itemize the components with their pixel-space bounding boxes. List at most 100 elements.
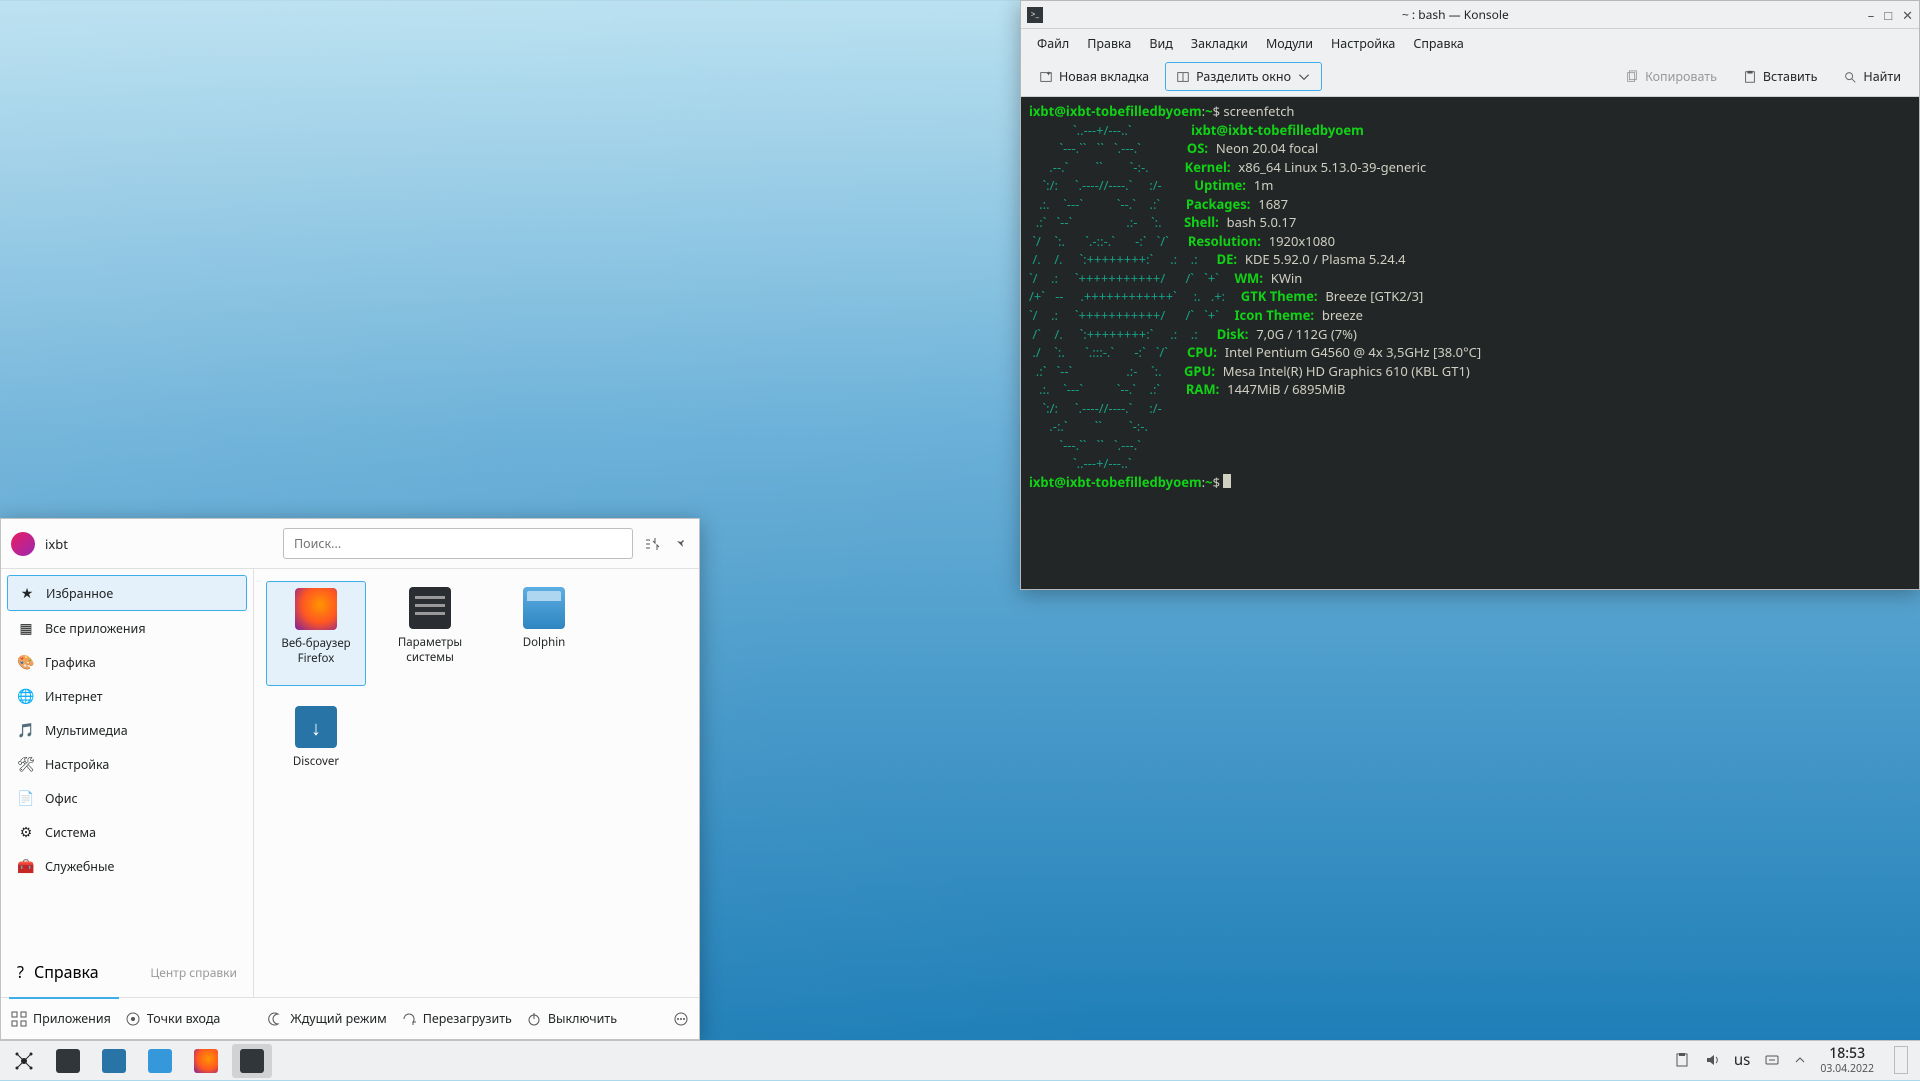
menu-file[interactable]: Файл (1029, 31, 1077, 56)
favorite-app-firefox[interactable]: Веб-браузер Firefox (266, 581, 366, 686)
new-tab-label: Новая вкладка (1059, 68, 1149, 85)
category-icon: 🎵 (17, 721, 35, 739)
sidebar-category-5[interactable]: 🛠 Настройка (7, 747, 247, 781)
user-avatar[interactable] (11, 532, 35, 556)
sidebar-category-8[interactable]: 🧰 Служебные (7, 849, 247, 883)
category-label: Настройка (45, 756, 109, 773)
launcher-footer: Приложения Точки входа Ждущий режим Пере… (1, 997, 699, 1039)
task-firefox[interactable] (186, 1044, 226, 1078)
footer-applications-button[interactable]: Приложения (11, 1010, 111, 1027)
favorite-app-discover[interactable]: Discover (266, 700, 366, 805)
help-hint: Центр справки (150, 964, 237, 981)
paste-button[interactable]: Вставить (1733, 63, 1828, 90)
sidebar-category-3[interactable]: 🌐 Интернет (7, 679, 247, 713)
sidebar-category-2[interactable]: 🎨 Графика (7, 645, 247, 679)
kde-launcher-button[interactable] (4, 1041, 44, 1081)
menu-bookmarks[interactable]: Закладки (1183, 31, 1256, 56)
konsole-title: ~ : bash — Konsole (1043, 6, 1868, 23)
task-icons (44, 1044, 276, 1078)
chevron-down-icon (1297, 70, 1311, 84)
category-icon: ⚙ (17, 823, 35, 841)
category-label: Интернет (45, 688, 103, 705)
category-label: Все приложения (45, 620, 146, 637)
terminal-output[interactable]: ixbt@ixbt-tobefilledbyoem:~$ screenfetch… (1021, 97, 1919, 589)
clock-time: 18:53 (1820, 1046, 1874, 1063)
footer-more-button[interactable] (673, 1011, 689, 1027)
favorite-app-settings[interactable]: Параметры системы (380, 581, 480, 686)
paste-icon (1743, 70, 1757, 84)
category-icon: ★ (18, 584, 36, 602)
footer-places-button[interactable]: Точки входа (125, 1010, 221, 1027)
konsole-titlebar[interactable]: ~ : bash — Konsole – □ ✕ (1021, 1, 1919, 29)
sidebar-category-7[interactable]: ⚙Система (7, 815, 247, 849)
minimize-icon[interactable]: – (1868, 6, 1875, 24)
task-dolphin[interactable] (140, 1044, 180, 1078)
footer-shutdown-label: Выключить (548, 1010, 617, 1027)
sidebar-category-1[interactable]: ▦Все приложения (7, 611, 247, 645)
sleep-icon (268, 1011, 284, 1027)
show-desktop-button[interactable] (1894, 1046, 1908, 1074)
paste-label: Вставить (1763, 68, 1818, 85)
volume-icon[interactable] (1704, 1052, 1720, 1068)
category-label: Офис (45, 790, 78, 807)
pin-icon[interactable] (671, 535, 689, 553)
find-label: Найти (1863, 68, 1901, 85)
grid-icon (11, 1011, 27, 1027)
category-label: Служебные (45, 858, 114, 875)
category-label: Избранное (46, 585, 113, 602)
new-tab-button[interactable]: Новая вкладка (1029, 63, 1159, 90)
keyboard-layout-indicator[interactable]: us (1734, 1050, 1750, 1070)
sidebar-category-4[interactable]: 🎵Мультимедиа (7, 713, 247, 747)
konsole-window: ~ : bash — Konsole – □ ✕ Файл Правка Вид… (1020, 0, 1920, 590)
find-button[interactable]: Найти (1833, 63, 1911, 90)
copy-label: Копировать (1645, 68, 1717, 85)
copy-button[interactable]: Копировать (1615, 63, 1727, 90)
app-tile-label: Веб-браузер Firefox (271, 636, 361, 666)
search-input[interactable] (283, 528, 633, 559)
sidebar-help[interactable]: ?СправкаЦентр справки (7, 953, 247, 991)
split-window-label: Разделить окно (1196, 68, 1291, 85)
sidebar-category-0[interactable]: ★ Избранное (7, 575, 247, 611)
category-icon: 🛠 (17, 755, 35, 773)
footer-sleep-label: Ждущий режим (290, 1010, 386, 1027)
menu-edit[interactable]: Правка (1079, 31, 1139, 56)
menu-plugins[interactable]: Модули (1258, 31, 1321, 56)
sort-icon[interactable] (643, 535, 661, 553)
footer-applications-label: Приложения (33, 1010, 111, 1027)
task-konsole[interactable] (232, 1044, 272, 1078)
settings-icon (409, 587, 451, 629)
network-icon[interactable] (1764, 1052, 1780, 1068)
maximize-icon[interactable]: □ (1884, 6, 1892, 24)
footer-restart-label: Перезагрузить (423, 1010, 512, 1027)
app-tile-label: Dolphin (523, 635, 566, 650)
restart-icon (401, 1011, 417, 1027)
clipboard-icon[interactable] (1674, 1052, 1690, 1068)
category-icon: 🧰 (17, 857, 35, 875)
menu-help[interactable]: Справка (1405, 31, 1472, 56)
tray-expand-icon[interactable] (1794, 1054, 1806, 1066)
sidebar-category-6[interactable]: 📄Офис (7, 781, 247, 815)
close-icon[interactable]: ✕ (1902, 6, 1913, 24)
split-window-button[interactable]: Разделить окно (1165, 62, 1322, 91)
category-label: Графика (45, 654, 96, 671)
power-icon (526, 1011, 542, 1027)
footer-sleep-button[interactable]: Ждущий режим (268, 1010, 386, 1027)
clock[interactable]: 18:53 03.04.2022 (1820, 1046, 1874, 1075)
category-icon: 🎨 (17, 653, 35, 671)
category-icon: 🌐 (17, 687, 35, 705)
app-tile-label: Discover (293, 754, 339, 769)
task-system-monitor[interactable] (48, 1044, 88, 1078)
new-tab-icon (1039, 70, 1053, 84)
menu-settings[interactable]: Настройка (1323, 31, 1403, 56)
clock-date: 03.04.2022 (1820, 1063, 1874, 1076)
favorite-app-dolphin[interactable]: Dolphin (494, 581, 594, 686)
more-icon (673, 1011, 689, 1027)
application-launcher: ixbt ★ Избранное ▦Все приложения 🎨 Графика 🌐 И… (0, 518, 700, 1040)
footer-restart-button[interactable]: Перезагрузить (401, 1010, 512, 1027)
split-window-icon (1176, 70, 1190, 84)
taskbar: us 18:53 03.04.2022 (0, 1040, 1920, 1080)
user-name: ixbt (45, 535, 68, 553)
task-discover[interactable] (94, 1044, 134, 1078)
footer-shutdown-button[interactable]: Выключить (526, 1010, 617, 1027)
menu-view[interactable]: Вид (1141, 31, 1180, 56)
